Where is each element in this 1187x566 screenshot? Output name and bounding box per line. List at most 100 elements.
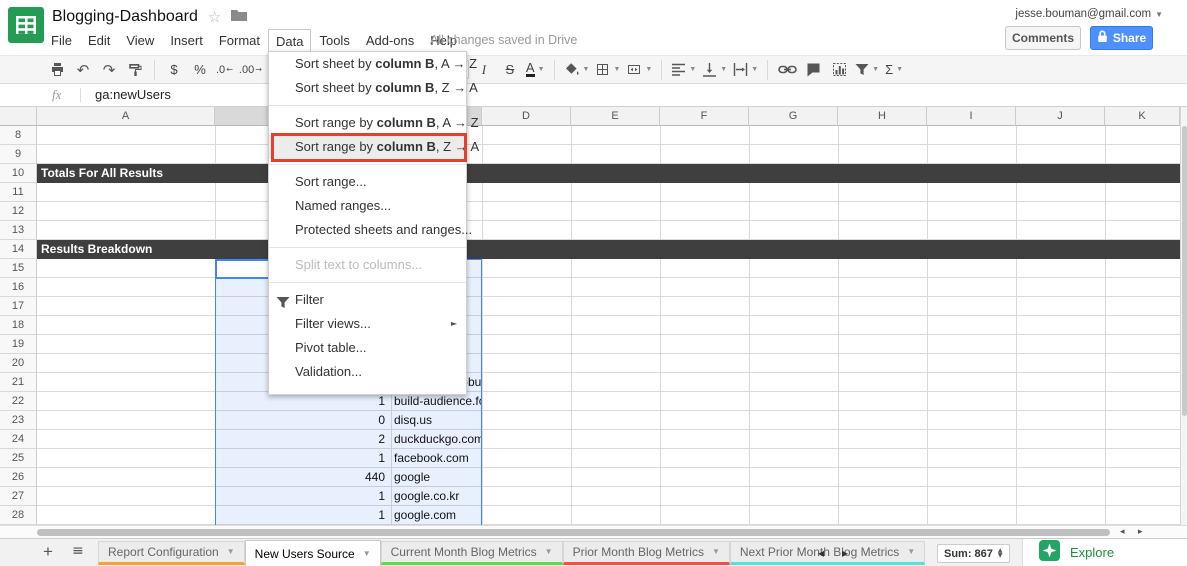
strikethrough-button[interactable]: S bbox=[497, 58, 523, 81]
chevron-down-icon[interactable]: ▼ bbox=[907, 542, 915, 562]
sum-selector[interactable]: Sum: 867 ▲▼ bbox=[937, 544, 1010, 563]
grid-row-25[interactable] bbox=[37, 449, 1180, 468]
cell-b28[interactable]: 1 bbox=[215, 506, 388, 525]
share-button[interactable]: Share bbox=[1090, 26, 1153, 50]
menu-item-sort-sheet-by-column-b-a-z[interactable]: Sort sheet by column B, A → Z bbox=[269, 52, 466, 76]
row-header-18[interactable]: 18 bbox=[0, 316, 37, 335]
grid-row-23[interactable] bbox=[37, 411, 1180, 430]
grid-row-11[interactable] bbox=[37, 183, 1180, 202]
row-header-10[interactable]: 10 bbox=[0, 164, 37, 183]
menubar-item-edit[interactable]: Edit bbox=[80, 29, 118, 52]
column-header-k[interactable]: K bbox=[1105, 107, 1180, 126]
formula-input[interactable]: ga:newUsers bbox=[95, 84, 171, 106]
chevron-down-icon[interactable]: ▼ bbox=[545, 542, 553, 562]
column-header-d[interactable]: D bbox=[482, 107, 571, 126]
grid-row-8[interactable] bbox=[37, 126, 1180, 145]
cell-b25[interactable]: 1 bbox=[215, 449, 388, 468]
row-header-20[interactable]: 20 bbox=[0, 354, 37, 373]
column-header-j[interactable]: J bbox=[1016, 107, 1105, 126]
grid-row-9[interactable] bbox=[37, 145, 1180, 164]
menu-item-sort-range[interactable]: Sort range... bbox=[269, 170, 466, 194]
row-header-17[interactable]: 17 bbox=[0, 297, 37, 316]
row-header-24[interactable]: 24 bbox=[0, 430, 37, 449]
format-percent-button[interactable]: % bbox=[187, 58, 213, 81]
column-header-e[interactable]: E bbox=[571, 107, 660, 126]
row-header-26[interactable]: 26 bbox=[0, 468, 37, 487]
grid-row-18[interactable] bbox=[37, 316, 1180, 335]
sheet-tab-current-month-blog-metrics[interactable]: Current Month Blog Metrics▼ bbox=[381, 541, 563, 565]
account-email[interactable]: jesse.bouman@gmail.com bbox=[1015, 8, 1151, 20]
vertical-scrollbar[interactable] bbox=[1180, 107, 1187, 525]
menu-item-validation[interactable]: Validation... bbox=[269, 360, 466, 384]
menubar-item-file[interactable]: File bbox=[43, 29, 80, 52]
menubar-item-format[interactable]: Format bbox=[211, 29, 268, 52]
insert-comment-icon[interactable] bbox=[800, 58, 826, 81]
cell-c23[interactable]: disq.us bbox=[394, 411, 481, 430]
row-header-25[interactable]: 25 bbox=[0, 449, 37, 468]
row-header-19[interactable]: 19 bbox=[0, 335, 37, 354]
cell-b23[interactable]: 0 bbox=[215, 411, 388, 430]
merge-cells-icon[interactable]: ▼ bbox=[623, 58, 655, 81]
horizontal-align-icon[interactable]: ▼ bbox=[668, 58, 699, 81]
tab-scroll-right-icon[interactable]: ▸ bbox=[842, 546, 848, 560]
column-header-h[interactable]: H bbox=[838, 107, 927, 126]
horizontal-scrollbar-thumb[interactable] bbox=[37, 529, 1110, 536]
all-sheets-button[interactable]: ≡ bbox=[72, 543, 84, 559]
grid-row-27[interactable] bbox=[37, 487, 1180, 506]
add-sheet-button[interactable]: + bbox=[38, 542, 58, 562]
row-header-21[interactable]: 21 bbox=[0, 373, 37, 392]
insert-link-icon[interactable] bbox=[774, 58, 800, 81]
grid-row-19[interactable] bbox=[37, 335, 1180, 354]
scroll-right-icon[interactable]: ▸ bbox=[1138, 526, 1143, 538]
column-header-g[interactable]: G bbox=[749, 107, 838, 126]
menu-item-sort-range-by-column-b-a-z[interactable]: Sort range by column B, A → Z bbox=[269, 111, 466, 135]
menubar-item-insert[interactable]: Insert bbox=[162, 29, 211, 52]
row-header-12[interactable]: 12 bbox=[0, 202, 37, 221]
comments-button[interactable]: Comments bbox=[1005, 26, 1081, 50]
redo-icon[interactable]: ↷ bbox=[96, 58, 122, 81]
grid-row-26[interactable] bbox=[37, 468, 1180, 487]
grid-row-12[interactable] bbox=[37, 202, 1180, 221]
sheet-tab-next-prior-month-blog-metrics[interactable]: Next Prior Month Blog Metrics▼ bbox=[730, 541, 925, 565]
column-header-i[interactable]: I bbox=[927, 107, 1016, 126]
row-header-11[interactable]: 11 bbox=[0, 183, 37, 202]
menu-item-filter-views[interactable]: Filter views...► bbox=[269, 312, 466, 336]
cell-c28[interactable]: google.com bbox=[394, 506, 481, 525]
grid-row-22[interactable] bbox=[37, 392, 1180, 411]
cell-b24[interactable]: 2 bbox=[215, 430, 388, 449]
sheet-tab-new-users-source[interactable]: New Users Source▼ bbox=[245, 540, 381, 566]
decrease-decimals-button[interactable]: .0← bbox=[213, 58, 236, 81]
column-header-a[interactable]: A bbox=[37, 107, 215, 126]
menubar-item-data[interactable]: Data bbox=[268, 29, 311, 52]
tab-scroll-left-icon[interactable]: ◂ bbox=[818, 546, 824, 560]
row-header-9[interactable]: 9 bbox=[0, 145, 37, 164]
undo-icon[interactable]: ↶ bbox=[70, 58, 96, 81]
cell-b26[interactable]: 440 bbox=[215, 468, 388, 487]
menu-item-filter[interactable]: Filter bbox=[269, 288, 466, 312]
grid-row-21[interactable] bbox=[37, 373, 1180, 392]
row-header-27[interactable]: 27 bbox=[0, 487, 37, 506]
menu-item-pivot-table[interactable]: Pivot table... bbox=[269, 336, 466, 360]
row-header-16[interactable]: 16 bbox=[0, 278, 37, 297]
menubar-item-tools[interactable]: Tools bbox=[311, 29, 357, 52]
text-wrap-icon[interactable]: ▼ bbox=[730, 58, 761, 81]
menu-item-named-ranges[interactable]: Named ranges... bbox=[269, 194, 466, 218]
row-header-13[interactable]: 13 bbox=[0, 221, 37, 240]
paint-format-icon[interactable] bbox=[122, 58, 148, 81]
fill-color-icon[interactable]: ▼ bbox=[561, 58, 593, 81]
column-header-f[interactable]: F bbox=[660, 107, 749, 126]
chevron-down-icon[interactable]: ▼ bbox=[227, 542, 235, 562]
grid-corner[interactable] bbox=[0, 107, 37, 126]
grid-row-17[interactable] bbox=[37, 297, 1180, 316]
cell-c24[interactable]: duckduckgo.com bbox=[394, 430, 481, 449]
cell-c25[interactable]: facebook.com bbox=[394, 449, 481, 468]
menubar-item-add-ons[interactable]: Add-ons bbox=[358, 29, 422, 52]
menu-item-sort-sheet-by-column-b-z-a[interactable]: Sort sheet by column B, Z → A bbox=[269, 76, 466, 100]
vertical-align-icon[interactable]: ▼ bbox=[699, 58, 730, 81]
cell-c27[interactable]: google.co.kr bbox=[394, 487, 481, 506]
menubar-item-view[interactable]: View bbox=[118, 29, 162, 52]
format-currency-button[interactable]: $ bbox=[161, 58, 187, 81]
row-header-23[interactable]: 23 bbox=[0, 411, 37, 430]
borders-icon[interactable]: ▼ bbox=[592, 58, 623, 81]
explore-button[interactable]: Explore bbox=[1022, 539, 1187, 566]
